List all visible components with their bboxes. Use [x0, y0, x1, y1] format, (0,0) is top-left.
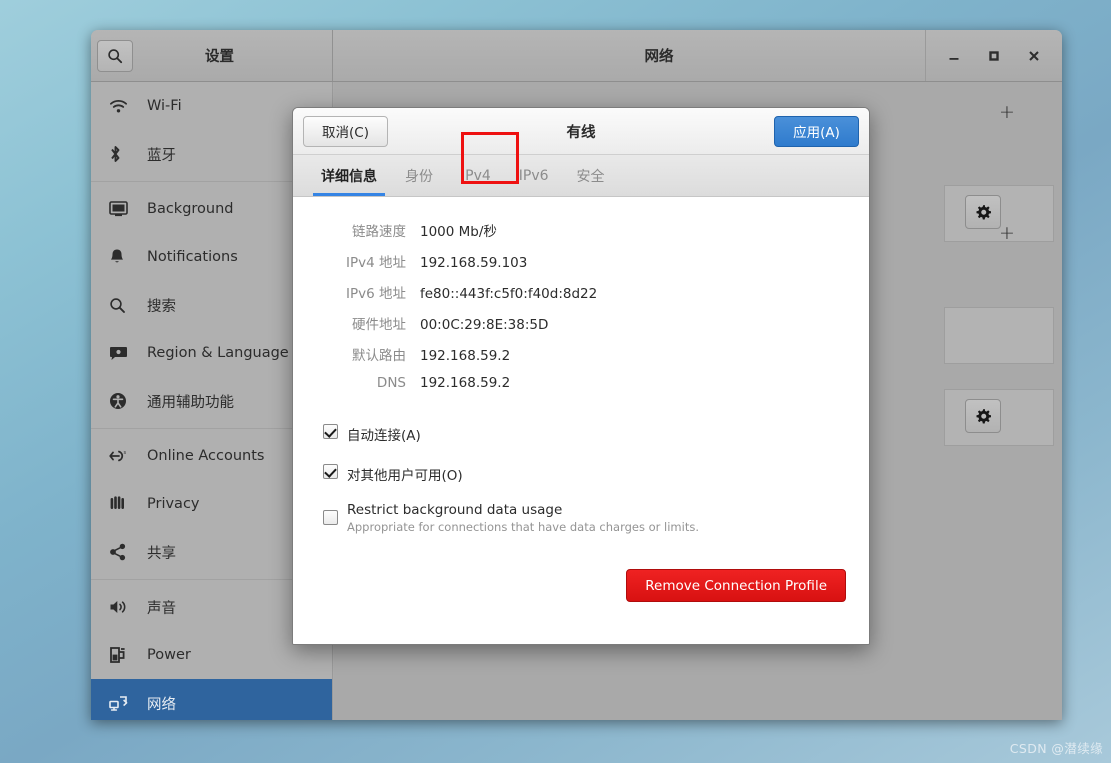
detail-label: 硬件地址 [352, 317, 406, 333]
sidebar-item-label: Region & Language [147, 345, 289, 361]
dialog-header: 取消(C) 有线 应用(A) [293, 108, 869, 155]
detail-row: IPv4 地址 192.168.59.103 [323, 251, 839, 271]
sidebar-item-label: Privacy [147, 496, 200, 512]
gear-icon [976, 408, 991, 423]
online-accounts-icon: s [109, 446, 135, 466]
watermark: CSDN @潜续缘 [1009, 741, 1103, 756]
sidebar-item-label: 网络 [147, 696, 176, 713]
svg-text:s: s [124, 450, 127, 456]
power-icon [109, 645, 135, 665]
region-icon [109, 343, 135, 363]
titlebar-right-section: 网络 [333, 30, 1062, 81]
accessibility-icon [109, 391, 135, 411]
sidebar-item-label: Background [147, 201, 234, 217]
privacy-hand-icon [109, 494, 135, 514]
checkbox-input[interactable] [323, 464, 338, 479]
titlebar-left-section: 设置 [91, 30, 333, 81]
detail-value: 1000 Mb/秒 [420, 224, 497, 240]
detail-label: IPv6 地址 [346, 286, 406, 302]
sidebar-item-network[interactable]: 网络 [91, 679, 332, 720]
checkbox-label: 对其他用户可用(O) [347, 468, 463, 484]
detail-value: 192.168.59.2 [420, 375, 511, 391]
connection-settings-button-2[interactable] [965, 399, 1001, 433]
search-button[interactable] [97, 39, 133, 72]
detail-label: DNS [376, 375, 406, 391]
sidebar-item-label: Online Accounts [147, 448, 265, 464]
minimize-icon [949, 57, 959, 60]
detail-label: 链路速度 [352, 224, 406, 240]
settings-title: 设置 [205, 49, 234, 65]
tab-ipv6[interactable]: IPv6 [505, 155, 563, 196]
tab-security[interactable]: 安全 [563, 155, 619, 196]
add-connection-button-2[interactable]: + [999, 222, 1015, 244]
checkbox-input[interactable] [323, 424, 338, 439]
close-button[interactable] [1014, 36, 1054, 76]
sidebar-item-label: 声音 [147, 600, 176, 617]
sidebar-item-label: Notifications [147, 249, 238, 265]
background-icon [109, 199, 135, 219]
gear-icon [976, 204, 991, 219]
network-row-box-2 [944, 307, 1054, 364]
wifi-icon [109, 96, 135, 116]
checkbox-auto-connect[interactable]: 自动连接(A) [323, 424, 839, 444]
close-icon [1029, 50, 1039, 61]
sidebar-item-label: 通用辅助功能 [147, 394, 234, 411]
checkbox-restrict-background-data[interactable]: Restrict background data usage Appropria… [323, 502, 839, 534]
detail-value: 00:0C:29:8E:38:5D [420, 317, 549, 333]
detail-label: 默认路由 [352, 348, 406, 364]
checkbox-label: Restrict background data usage [347, 502, 563, 518]
cancel-button[interactable]: 取消(C) [303, 115, 388, 147]
checkbox-available-to-others[interactable]: 对其他用户可用(O) [323, 464, 839, 484]
sidebar-item-label: 共享 [147, 545, 176, 562]
detail-row: 默认路由 192.168.59.2 [323, 344, 839, 364]
search-icon [109, 295, 135, 315]
tab-identity[interactable]: 身份 [391, 155, 447, 196]
minimize-button[interactable] [934, 36, 974, 76]
maximize-button[interactable] [974, 36, 1014, 76]
detail-row: 链路速度 1000 Mb/秒 [323, 220, 839, 240]
detail-value: 192.168.59.103 [420, 255, 528, 271]
remove-connection-profile-button[interactable]: Remove Connection Profile [626, 569, 846, 602]
panel-title: 网络 [644, 49, 674, 65]
add-connection-button-1[interactable]: + [999, 101, 1015, 123]
sidebar-item-label: 搜索 [147, 298, 176, 315]
bell-icon [109, 247, 135, 267]
wired-connection-dialog: 取消(C) 有线 应用(A) 详细信息 身份 IPv4 IPv6 安全 链路速度… [292, 107, 870, 645]
sidebar-item-label: Wi-Fi [147, 98, 182, 114]
share-icon [109, 542, 135, 562]
checkbox-description: Appropriate for connections that have da… [347, 520, 699, 534]
detail-row: IPv6 地址 fe80::443f:c5f0:f40d:8d22 [323, 282, 839, 302]
detail-value: 192.168.59.2 [420, 348, 511, 364]
apply-button[interactable]: 应用(A) [774, 115, 859, 147]
tab-ipv4[interactable]: IPv4 [447, 155, 505, 196]
detail-value: fe80::443f:c5f0:f40d:8d22 [420, 286, 598, 302]
sidebar-item-label: 蓝牙 [147, 147, 176, 164]
search-icon [108, 48, 123, 63]
checkbox-text-group: Restrict background data usage Appropria… [347, 502, 699, 534]
sound-icon [109, 597, 135, 617]
window-controls [925, 30, 1062, 81]
dialog-tabbar: 详细信息 身份 IPv4 IPv6 安全 [293, 132, 869, 197]
connection-settings-button-1[interactable] [965, 195, 1001, 229]
checkbox-label: 自动连接(A) [347, 428, 421, 444]
detail-row: 硬件地址 00:0C:29:8E:38:5D [323, 313, 839, 333]
window-titlebar: 设置 网络 [91, 30, 1062, 82]
maximize-icon [989, 50, 999, 61]
checkbox-input[interactable] [323, 510, 338, 525]
network-icon [109, 693, 135, 713]
bluetooth-icon [109, 144, 135, 164]
tab-details[interactable]: 详细信息 [307, 155, 391, 196]
detail-row: DNS 192.168.59.2 [323, 375, 839, 391]
sidebar-item-label: Power [147, 647, 191, 663]
detail-label: IPv4 地址 [346, 255, 406, 271]
